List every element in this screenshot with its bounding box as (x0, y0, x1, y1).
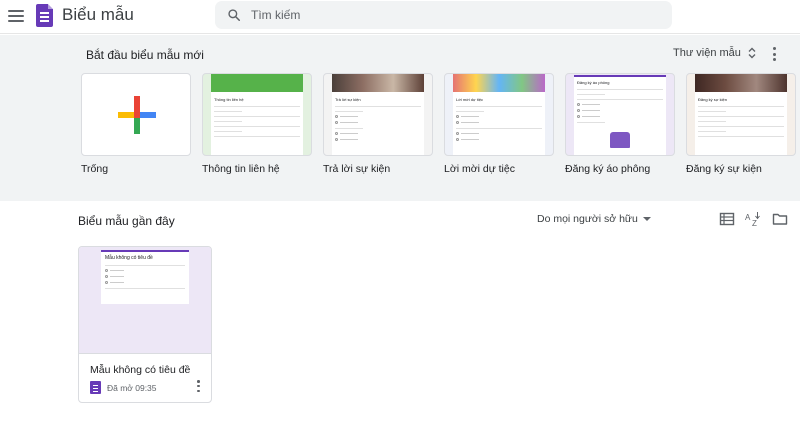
search-icon[interactable] (227, 8, 241, 22)
template-label: Đăng ký sự kiện (686, 163, 762, 175)
template-gallery-section: Bắt đầu biểu mẫu mới Thư viện mẫu Trống (0, 35, 800, 201)
template-thumbnail: Thông tin liên hệ (202, 73, 312, 156)
menu-icon-line (8, 20, 24, 22)
template-label: Lời mời dự tiệc (444, 163, 515, 175)
header-image (211, 74, 303, 92)
template-thumbnail: Đăng ký sự kiện (686, 73, 796, 156)
template-contact-info[interactable]: Thông tin liên hệ Thông tin liên hệ (202, 73, 312, 175)
owner-filter-dropdown[interactable]: Do mọi người sở hữu (537, 213, 651, 225)
template-thumbnail: Lời mời dự tiệc (444, 73, 554, 156)
template-label: Trống (81, 163, 109, 175)
templates-section-title: Bắt đầu biểu mẫu mới (86, 48, 204, 62)
template-party-invite[interactable]: Lời mời dự tiệc Lời mời dự tiệc (444, 73, 554, 175)
recent-forms-title: Biểu mẫu gần đây (78, 214, 175, 228)
list-view-icon[interactable] (719, 211, 735, 227)
unfold-more-icon (748, 47, 756, 59)
template-gallery-label: Thư viện mẫu (673, 47, 741, 59)
form-thumbnail: Mẫu không có tiêu đề (79, 247, 211, 354)
template-event-registration[interactable]: Đăng ký sự kiện Đăng ký sự kiện (686, 73, 796, 175)
more-options-icon[interactable] (771, 47, 777, 61)
more-options-icon[interactable] (196, 380, 201, 392)
mini-form: Mẫu không có tiêu đề (101, 250, 189, 304)
menu-icon-line (8, 15, 24, 17)
template-gallery-button[interactable]: Thư viện mẫu (673, 47, 757, 59)
top-app-bar: Biểu mẫu (0, 0, 800, 34)
app-title[interactable]: Biểu mẫu (62, 5, 134, 25)
form-name: Mẫu không có tiêu đề (90, 364, 191, 376)
dropdown-arrow-icon (642, 217, 651, 221)
template-thumbnail: Đăng ký áo phông (565, 73, 675, 156)
sort-az-icon[interactable]: A Z (745, 211, 761, 227)
mini-form: Thông tin liên hệ (211, 92, 303, 155)
mini-form: Trả lời sự kiện (332, 92, 424, 155)
folder-icon[interactable] (772, 211, 788, 227)
header-image (453, 74, 545, 92)
search-input[interactable] (251, 1, 651, 29)
forms-logo-icon[interactable] (36, 4, 53, 27)
search-bar[interactable] (215, 1, 672, 29)
header-image (332, 74, 424, 92)
mini-form: Lời mời dự tiệc (453, 92, 545, 155)
template-event-rsvp[interactable]: Trả lời sự kiện Trả lời sự kiện (323, 73, 433, 175)
menu-icon-line (8, 10, 24, 12)
forms-file-icon (90, 381, 101, 394)
svg-text:Z: Z (752, 219, 757, 227)
svg-text:A: A (745, 213, 751, 222)
tshirt-icon (610, 132, 630, 148)
template-tshirt-signup[interactable]: Đăng ký áo phông Đăng ký áo phông (565, 73, 675, 175)
template-thumbnail: Trả lời sự kiện (323, 73, 433, 156)
form-last-opened: Đã mở 09:35 (107, 383, 157, 393)
header-image (695, 74, 787, 92)
template-label: Trả lời sự kiện (323, 163, 391, 175)
template-blank[interactable]: Trống (81, 73, 191, 175)
owner-filter-label: Do mọi người sở hữu (537, 213, 638, 225)
mini-form: Đăng ký sự kiện (695, 92, 787, 155)
template-label: Đăng ký áo phông (565, 163, 651, 175)
plus-icon (118, 96, 156, 134)
main-menu-button[interactable] (7, 7, 25, 25)
recent-form-card[interactable]: Mẫu không có tiêu đề Mẫu không có tiêu đ… (78, 246, 212, 403)
template-thumbnail (81, 73, 191, 156)
template-label: Thông tin liên hệ (202, 163, 280, 175)
